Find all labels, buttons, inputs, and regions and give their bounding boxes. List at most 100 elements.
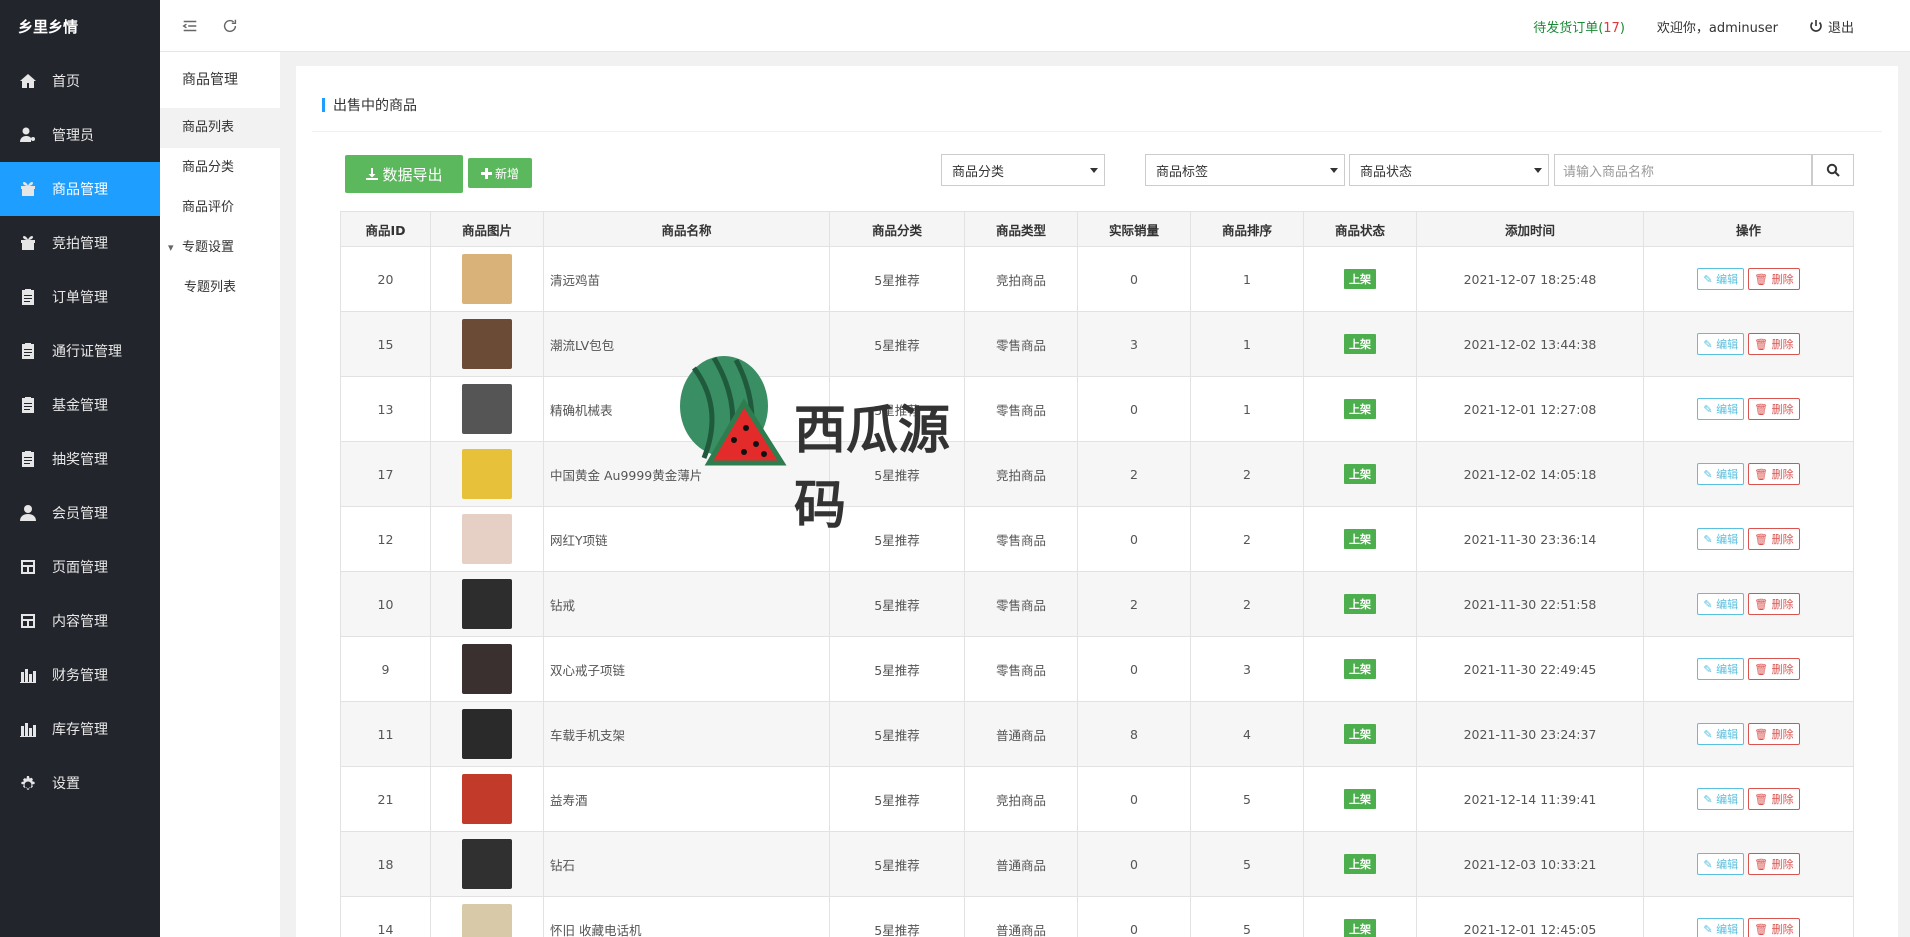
subnav-item-product-list[interactable]: 商品列表 — [160, 108, 280, 148]
product-thumbnail[interactable] — [462, 254, 512, 304]
status-badge[interactable]: 上架 — [1344, 854, 1376, 874]
delete-button[interactable]: 🗑 删除 — [1748, 853, 1800, 875]
sidebar-item-12[interactable]: 库存管理 — [0, 702, 160, 756]
status-badge[interactable]: 上架 — [1344, 529, 1376, 549]
edit-button[interactable]: ✎ 编辑 — [1697, 918, 1745, 937]
search-button[interactable] — [1812, 154, 1854, 186]
status-badge[interactable]: 上架 — [1344, 789, 1376, 809]
delete-button[interactable]: 🗑 删除 — [1748, 398, 1800, 420]
cell-sales: 0 — [1077, 506, 1191, 572]
collapse-menu-icon[interactable] — [180, 16, 200, 36]
cell-actions: ✎ 编辑 🗑 删除 — [1643, 831, 1854, 897]
pending-count: 17 — [1603, 20, 1620, 36]
edit-button[interactable]: ✎ 编辑 — [1697, 268, 1745, 290]
sidebar-item-0[interactable]: 首页 — [0, 54, 160, 108]
category-select[interactable]: 商品分类 — [941, 154, 1105, 186]
status-badge[interactable]: 上架 — [1344, 919, 1376, 937]
edit-button[interactable]: ✎ 编辑 — [1697, 853, 1745, 875]
edit-button[interactable]: ✎ 编辑 — [1697, 593, 1745, 615]
cell-name: 网红Y项链 — [543, 506, 830, 572]
edit-button[interactable]: ✎ 编辑 — [1697, 528, 1745, 550]
sidebar-item-1[interactable]: 管理员 — [0, 108, 160, 162]
sidebar-item-2[interactable]: 商品管理 — [0, 162, 160, 216]
add-button[interactable]: 新增 — [468, 158, 532, 188]
subnav-item-product-review[interactable]: 商品评价 — [160, 188, 280, 228]
cell-type: 普通商品 — [964, 701, 1078, 767]
status-select[interactable]: 商品状态 — [1349, 154, 1549, 186]
sidebar-item-9[interactable]: 页面管理 — [0, 540, 160, 594]
subnav-item-product-category[interactable]: 商品分类 — [160, 148, 280, 188]
cell-image — [430, 441, 544, 507]
gift-icon — [18, 233, 38, 253]
cell-time: 2021-11-30 22:49:45 — [1416, 636, 1644, 702]
edit-button[interactable]: ✎ 编辑 — [1697, 333, 1745, 355]
status-badge[interactable]: 上架 — [1344, 399, 1376, 419]
delete-button[interactable]: 🗑 删除 — [1748, 463, 1800, 485]
cell-actions: ✎ 编辑 🗑 删除 — [1643, 376, 1854, 442]
product-thumbnail[interactable] — [462, 319, 512, 369]
sidebar-item-label: 内容管理 — [52, 614, 108, 630]
status-badge[interactable]: 上架 — [1344, 464, 1376, 484]
product-thumbnail[interactable] — [462, 449, 512, 499]
sidebar-item-13[interactable]: 设置 — [0, 756, 160, 810]
delete-button[interactable]: 🗑 删除 — [1748, 723, 1800, 745]
status-badge[interactable]: 上架 — [1344, 724, 1376, 744]
sidebar-item-10[interactable]: 内容管理 — [0, 594, 160, 648]
cell-category: 5星推荐 — [829, 766, 965, 832]
cell-status: 上架 — [1303, 246, 1417, 312]
product-thumbnail[interactable] — [462, 644, 512, 694]
delete-button[interactable]: 🗑 删除 — [1748, 918, 1800, 937]
sidebar-item-8[interactable]: 会员管理 — [0, 486, 160, 540]
sidebar-item-3[interactable]: 竞拍管理 — [0, 216, 160, 270]
delete-button[interactable]: 🗑 删除 — [1748, 268, 1800, 290]
edit-button[interactable]: ✎ 编辑 — [1697, 398, 1745, 420]
cell-sales: 2 — [1077, 571, 1191, 637]
product-thumbnail[interactable] — [462, 904, 512, 937]
status-badge[interactable]: 上架 — [1344, 334, 1376, 354]
cell-sales: 0 — [1077, 896, 1191, 937]
subnav-item-topic-list[interactable]: 专题列表 — [160, 268, 280, 308]
refresh-icon[interactable] — [220, 16, 240, 36]
watermelon-icon — [680, 356, 787, 466]
edit-button[interactable]: ✎ 编辑 — [1697, 658, 1745, 680]
sidebar-item-4[interactable]: 订单管理 — [0, 270, 160, 324]
pending-orders-link[interactable]: 待发货订单(17) — [1533, 17, 1625, 36]
gift-icon — [18, 179, 38, 199]
table-row: 20 清远鸡苗 5星推荐 竞拍商品 0 1 上架 2021-12-07 18:25:48 ✎ 编… — [340, 246, 1854, 312]
cell-image — [430, 506, 544, 572]
sidebar-item-5[interactable]: 通行证管理 — [0, 324, 160, 378]
bar-chart-icon — [18, 719, 38, 739]
clipboard-icon — [18, 395, 38, 415]
edit-button[interactable]: ✎ 编辑 — [1697, 723, 1745, 745]
cell-image — [430, 246, 544, 312]
cell-name: 清远鸡苗 — [543, 246, 830, 312]
cell-sort: 3 — [1190, 636, 1304, 702]
product-thumbnail[interactable] — [462, 384, 512, 434]
delete-button[interactable]: 🗑 删除 — [1748, 788, 1800, 810]
product-thumbnail[interactable] — [462, 514, 512, 564]
search-input[interactable]: 请输入商品名称 — [1554, 154, 1812, 186]
product-thumbnail[interactable] — [462, 839, 512, 889]
product-thumbnail[interactable] — [462, 709, 512, 759]
status-badge[interactable]: 上架 — [1344, 659, 1376, 679]
sidebar-item-7[interactable]: 抽奖管理 — [0, 432, 160, 486]
product-thumbnail[interactable] — [462, 579, 512, 629]
tag-select[interactable]: 商品标签 — [1145, 154, 1345, 186]
edit-button[interactable]: ✎ 编辑 — [1697, 788, 1745, 810]
edit-button[interactable]: ✎ 编辑 — [1697, 463, 1745, 485]
logout-button[interactable]: 退出 — [1808, 17, 1854, 36]
status-badge[interactable]: 上架 — [1344, 269, 1376, 289]
export-button[interactable]: 数据导出 — [345, 155, 463, 193]
delete-button[interactable]: 🗑 删除 — [1748, 593, 1800, 615]
delete-button[interactable]: 🗑 删除 — [1748, 333, 1800, 355]
product-thumbnail[interactable] — [462, 774, 512, 824]
sidebar-item-6[interactable]: 基金管理 — [0, 378, 160, 432]
sidebar-nav: 首页 管理员 商品管理 竞拍管理 订单管理 通行证管理 基金管理 抽奖管理 会员管理 页面管理内容… — [0, 54, 160, 810]
status-badge[interactable]: 上架 — [1344, 594, 1376, 614]
sidebar-item-11[interactable]: 财务管理 — [0, 648, 160, 702]
delete-button[interactable]: 🗑 删除 — [1748, 528, 1800, 550]
product-table: 商品ID 商品图片 商品名称 商品分类 商品类型 实际销量 商品排序 商品状态 … — [340, 211, 1854, 937]
delete-button[interactable]: 🗑 删除 — [1748, 658, 1800, 680]
cell-sales: 0 — [1077, 376, 1191, 442]
subnav-group-topic-settings[interactable]: ▾ 专题设置 — [160, 228, 280, 268]
